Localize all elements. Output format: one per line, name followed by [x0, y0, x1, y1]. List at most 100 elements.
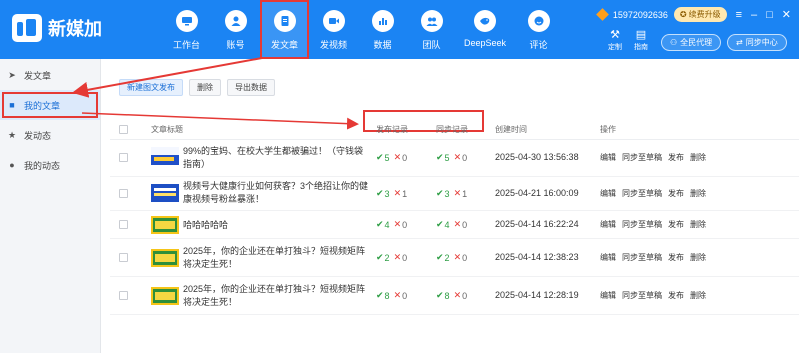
check-icon: ✔: [436, 290, 444, 300]
sync-draft-link[interactable]: 同步至草稿: [622, 252, 662, 263]
publish-link[interactable]: 发布: [668, 252, 684, 263]
edit-link[interactable]: 编辑: [600, 152, 616, 163]
top-bar: 新媒加 工作台 账号 发文章 发视频 数据 团队 DeepSeek 评论 159…: [0, 0, 799, 59]
sidebar-item-my-posts[interactable]: ● 我的动态: [0, 150, 100, 180]
nav-item-account[interactable]: 账号: [211, 0, 260, 59]
row-actions: 编辑 同步至草稿 发布 删除: [600, 152, 712, 163]
row-checkbox[interactable]: [119, 253, 128, 262]
account-phone: 15972092636: [612, 9, 668, 20]
sync-draft-link[interactable]: 同步至草稿: [622, 290, 662, 301]
delete-link[interactable]: 删除: [690, 290, 706, 301]
export-button[interactable]: 导出数据: [227, 79, 275, 96]
sync-fail-count: 0: [462, 252, 468, 263]
publish-link[interactable]: 发布: [668, 290, 684, 301]
nav-item-publish-video[interactable]: 发视频: [309, 0, 358, 59]
cross-icon: ✕: [453, 219, 462, 229]
sync-success-count: 5: [444, 152, 450, 163]
article-title[interactable]: 2025年，你的企业还在单打独斗？短视频矩阵将决定生死！: [183, 283, 371, 309]
nav-item-team[interactable]: 团队: [407, 0, 456, 59]
row-checkbox[interactable]: [119, 189, 128, 198]
delete-link[interactable]: 删除: [690, 188, 706, 199]
close-icon[interactable]: ✕: [782, 8, 791, 21]
article-thumbnail: [151, 287, 179, 305]
star-icon: ★: [7, 129, 17, 140]
row-checkbox[interactable]: [119, 220, 128, 229]
sync-draft-link[interactable]: 同步至草稿: [622, 219, 662, 230]
vip-label: 续费升级: [688, 10, 721, 19]
cross-icon: ✕: [393, 252, 402, 262]
article-title[interactable]: 视频号大健康行业如何获客？3个绝招让你的健康视频号粉丝暴涨！: [183, 180, 371, 206]
document-icon: [273, 10, 296, 32]
nav-item-publish-article[interactable]: 发文章: [260, 0, 309, 59]
sidebar-item-publish-post[interactable]: ★ 发动态: [0, 120, 100, 150]
publish-link[interactable]: 发布: [668, 219, 684, 230]
publish-success-count: 4: [384, 219, 390, 230]
tool-label: 指南: [634, 44, 648, 51]
cross-icon: ✕: [453, 252, 462, 262]
comment-icon: [527, 10, 550, 32]
nav-item-comment[interactable]: 评论: [514, 0, 563, 59]
check-icon: ✔: [376, 152, 384, 162]
publish-record: ✔ 8 ✕ 0: [376, 290, 407, 301]
gear-icon: ●: [9, 160, 15, 170]
check-icon: ✔: [436, 219, 444, 229]
table-row: 2025年，你的企业还在单打独斗？短视频矩阵将决定生死！ ✔ 8 ✕ 0 ✔ 8 ✕ 0 2…: [110, 277, 799, 315]
nav-item-deepseek[interactable]: DeepSeek: [456, 0, 514, 59]
select-all-checkbox[interactable]: [119, 125, 128, 134]
sync-icon: ⇄: [736, 38, 743, 47]
row-checkbox[interactable]: [119, 153, 128, 162]
publish-link[interactable]: 发布: [668, 152, 684, 163]
customize-button[interactable]: ⚒ 定制: [604, 29, 626, 52]
delete-link[interactable]: 删除: [690, 252, 706, 263]
new-article-button[interactable]: 新建图文发布: [119, 79, 183, 96]
created-time: 2025-04-14 16:22:24: [495, 219, 579, 229]
publish-record: ✔ 3 ✕ 1: [376, 188, 407, 199]
article-title[interactable]: 2025年，你的企业还在单打独斗？短视频矩阵将决定生死！: [183, 245, 371, 271]
menu-icon[interactable]: ≡: [736, 9, 742, 21]
sync-record: ✔ 2 ✕ 0: [436, 252, 467, 263]
cross-icon: ✕: [393, 152, 402, 162]
minimize-icon[interactable]: –: [751, 9, 757, 21]
sync-success-count: 8: [444, 290, 450, 301]
publish-link[interactable]: 发布: [668, 188, 684, 199]
sidebar-item-my-articles[interactable]: ■ 我的文章: [0, 90, 100, 120]
check-icon: ✔: [376, 290, 384, 300]
sync-record: ✔ 5 ✕ 0: [436, 152, 467, 163]
book-icon: ▤: [635, 29, 647, 41]
nav-label: 发文章: [270, 40, 298, 50]
nav-label: 评论: [529, 40, 548, 50]
agent-button[interactable]: ⚇ 全民代理: [661, 34, 722, 51]
nav-item-data[interactable]: 数据: [358, 0, 407, 59]
created-time: 2025-04-21 16:00:09: [495, 188, 579, 198]
header-publish: 发布记录: [376, 125, 408, 134]
header-sync: 同步记录: [436, 125, 468, 134]
publish-fail-count: 1: [402, 188, 408, 199]
vip-upgrade-button[interactable]: ✪ 续费升级: [673, 7, 727, 22]
nav-item-workbench[interactable]: 工作台: [162, 0, 211, 59]
delete-button[interactable]: 删除: [189, 79, 221, 96]
article-thumbnail: [151, 184, 179, 202]
maximize-icon[interactable]: □: [766, 9, 773, 21]
cross-icon: ✕: [393, 188, 402, 198]
created-time: 2025-04-14 12:38:23: [495, 252, 579, 262]
sync-label: 同步中心: [745, 38, 778, 47]
team-icon: [420, 10, 443, 32]
sync-center-button[interactable]: ⇄ 同步中心: [727, 34, 787, 51]
monitor-icon: [175, 10, 198, 32]
header-created: 创建时间: [495, 125, 527, 134]
edit-link[interactable]: 编辑: [600, 290, 616, 301]
publish-fail-count: 0: [402, 290, 408, 301]
cross-icon: ✕: [453, 188, 462, 198]
article-title[interactable]: 哈哈哈哈哈: [183, 219, 371, 232]
edit-link[interactable]: 编辑: [600, 252, 616, 263]
edit-link[interactable]: 编辑: [600, 188, 616, 199]
delete-link[interactable]: 删除: [690, 152, 706, 163]
sync-draft-link[interactable]: 同步至草稿: [622, 188, 662, 199]
sync-draft-link[interactable]: 同步至草稿: [622, 152, 662, 163]
sidebar-item-publish-article[interactable]: ➤ 发文章: [0, 60, 100, 90]
article-title[interactable]: 99%的宝妈、在校大学生都被骗过！（守钱袋指南）: [183, 145, 371, 171]
edit-link[interactable]: 编辑: [600, 219, 616, 230]
guide-button[interactable]: ▤ 指南: [630, 29, 652, 52]
delete-link[interactable]: 删除: [690, 219, 706, 230]
row-checkbox[interactable]: [119, 291, 128, 300]
